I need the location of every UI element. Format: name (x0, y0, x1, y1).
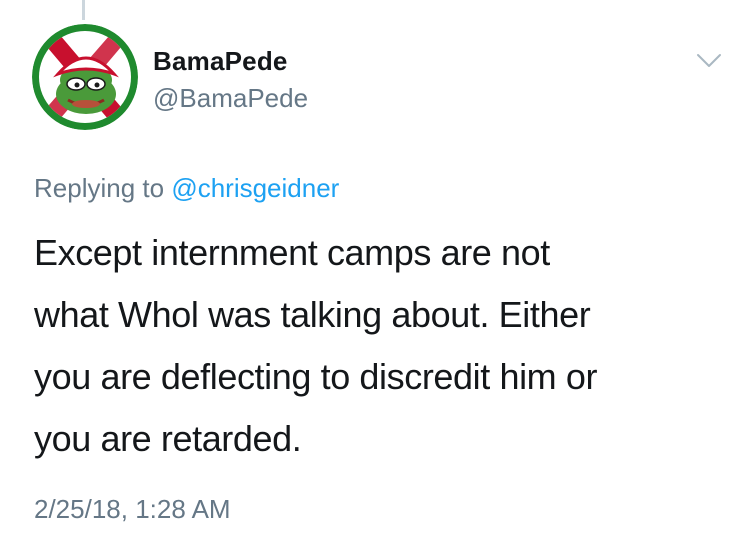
tweet-body: Except internment camps are not what Who… (34, 222, 734, 470)
tweet-text-line: you are retarded. (34, 418, 302, 459)
tweet-text-line: Except internment camps are not (34, 232, 550, 273)
replying-to-line: Replying to @chrisgeidner (34, 173, 339, 204)
user-display-name[interactable]: BamaPede (153, 46, 288, 77)
pepe-frog-avatar-icon (32, 24, 138, 130)
avatar[interactable] (32, 24, 138, 130)
thread-connector-line (82, 0, 85, 20)
tweet-text-line: what Whol was talking about. Either (34, 294, 591, 335)
chevron-down-icon[interactable] (696, 52, 722, 70)
replying-to-prefix: Replying to (34, 173, 165, 203)
tweet-timestamp[interactable]: 2/25/18, 1:28 AM (34, 494, 231, 525)
user-handle[interactable]: @BamaPede (153, 83, 308, 114)
tweet-text-line: you are deflecting to discredit him or (34, 356, 598, 397)
replying-to-mention-link[interactable]: @chrisgeidner (171, 173, 339, 203)
